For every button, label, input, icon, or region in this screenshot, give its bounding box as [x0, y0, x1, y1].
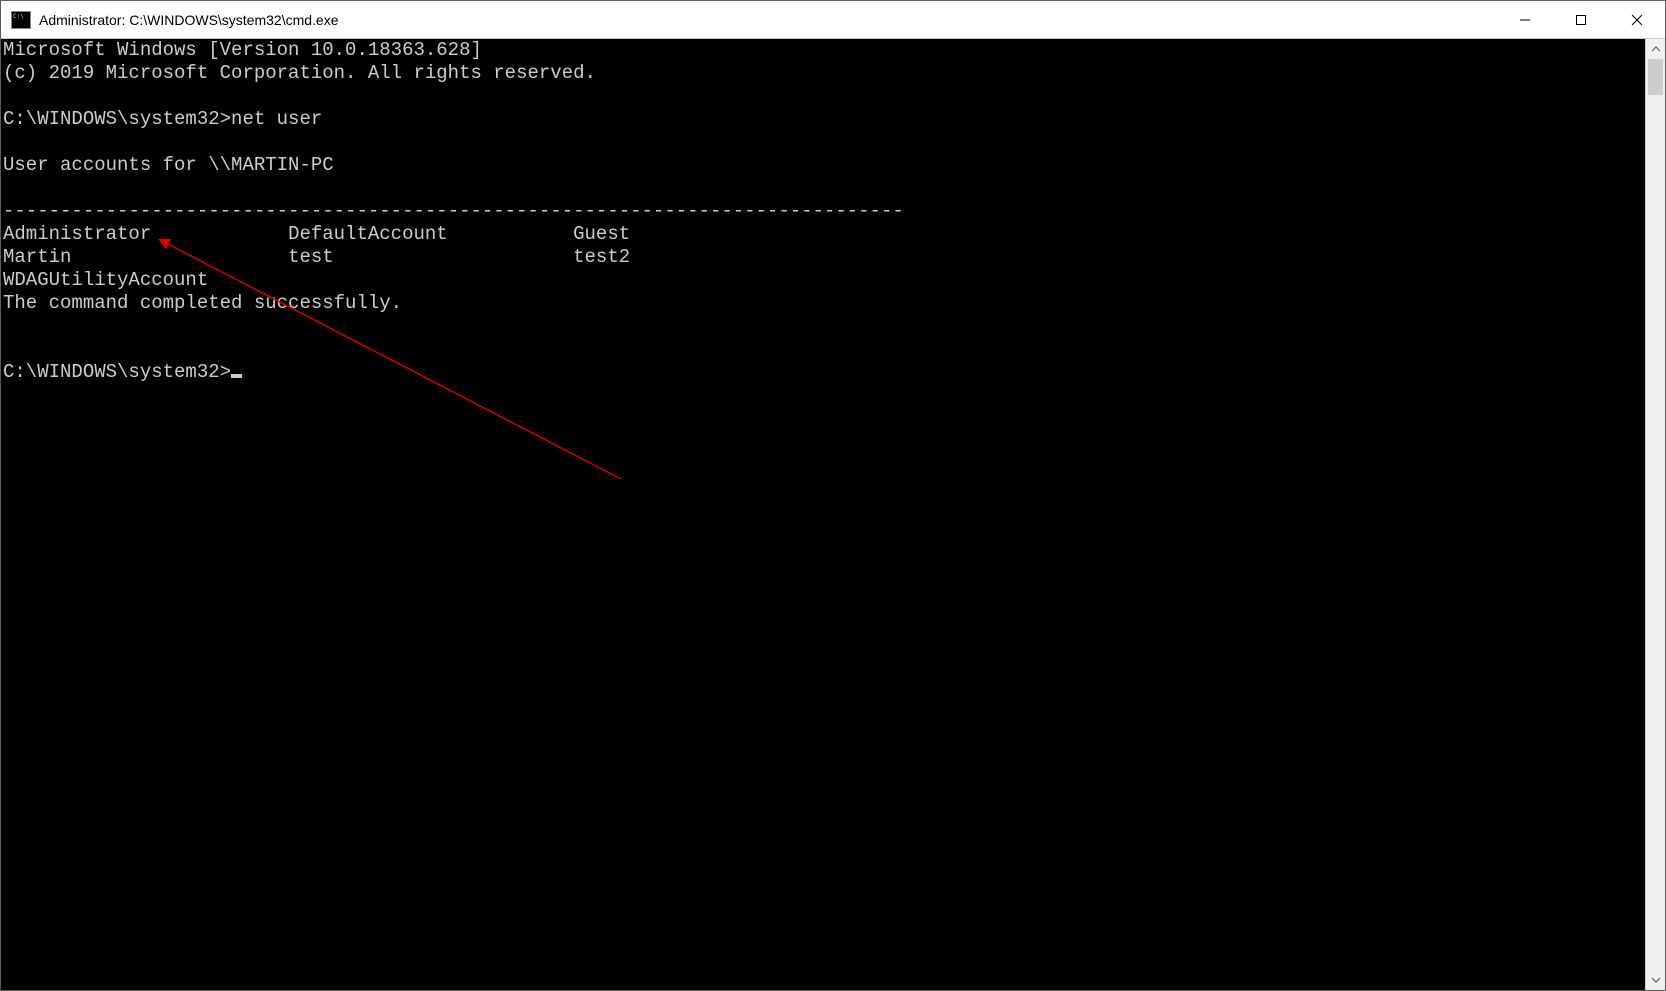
chevron-up-icon [1651, 46, 1661, 52]
user-account: WDAGUtilityAccount [3, 269, 208, 291]
prompt: C:\WINDOWS\system32> [3, 361, 231, 383]
terminal-output[interactable]: Microsoft Windows [Version 10.0.18363.62… [1, 39, 1645, 990]
cmd-icon [11, 11, 31, 29]
cmd-window: Administrator: C:\WINDOWS\system32\cmd.e… [0, 0, 1666, 991]
maximize-button[interactable] [1553, 1, 1609, 38]
titlebar[interactable]: Administrator: C:\WINDOWS\system32\cmd.e… [1, 1, 1665, 39]
output-header: User accounts for \\MARTIN-PC [3, 154, 334, 176]
user-account: Administrator [3, 223, 151, 245]
user-account: Martin [3, 246, 71, 268]
banner-line: (c) 2019 Microsoft Corporation. All righ… [3, 62, 596, 84]
terminal-area: Microsoft Windows [Version 10.0.18363.62… [1, 39, 1665, 990]
close-button[interactable] [1609, 1, 1665, 38]
command-input: net user [231, 108, 322, 130]
scroll-track[interactable] [1646, 59, 1665, 970]
prompt: C:\WINDOWS\system32> [3, 108, 231, 130]
arrow-line [166, 243, 621, 479]
separator-line: ----------------------------------------… [3, 200, 904, 222]
window-controls [1497, 1, 1665, 38]
user-account: test [288, 246, 334, 268]
user-account: DefaultAccount [288, 223, 448, 245]
scroll-down-button[interactable] [1646, 970, 1665, 990]
close-icon [1631, 14, 1643, 26]
completion-message: The command completed successfully. [3, 292, 402, 314]
chevron-down-icon [1651, 977, 1661, 983]
vertical-scrollbar[interactable] [1645, 39, 1665, 990]
scroll-up-button[interactable] [1646, 39, 1665, 59]
banner-line: Microsoft Windows [Version 10.0.18363.62… [3, 39, 482, 61]
user-account: test2 [573, 246, 630, 268]
user-account: Guest [573, 223, 630, 245]
minimize-icon [1519, 14, 1531, 26]
maximize-icon [1575, 14, 1587, 26]
minimize-button[interactable] [1497, 1, 1553, 38]
window-title: Administrator: C:\WINDOWS\system32\cmd.e… [39, 12, 1497, 28]
annotation-arrow [1, 39, 1401, 989]
scroll-thumb[interactable] [1648, 59, 1663, 95]
cursor [231, 374, 242, 378]
